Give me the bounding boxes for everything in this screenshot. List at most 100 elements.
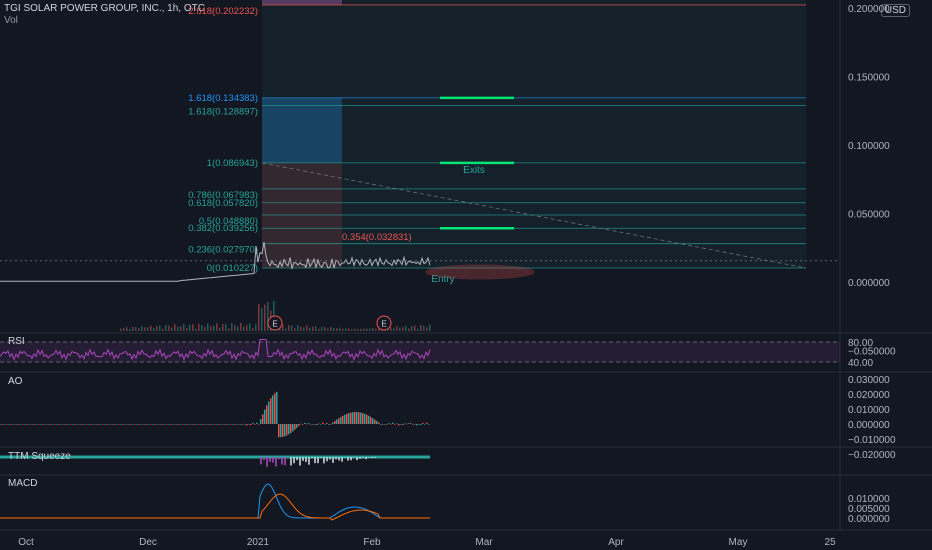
ao-bar (8, 424, 10, 425)
volume-bar (390, 327, 392, 331)
ao-bar (248, 423, 250, 425)
ao-bar (242, 424, 244, 425)
ao-bar (106, 424, 108, 425)
ao-bar (6, 424, 8, 425)
ao-bar (262, 414, 264, 424)
ao-bar (204, 424, 206, 425)
ao-bar (268, 401, 270, 424)
ao-bar (284, 424, 286, 437)
ao-tick-label: 0.000000 (848, 420, 890, 431)
volume-bar (306, 325, 308, 331)
volume-bar (165, 325, 167, 331)
ao-tick-label: −0.010000 (848, 435, 896, 446)
volume-bar (309, 327, 311, 331)
volume-bar (408, 328, 410, 331)
volume-bar (348, 328, 350, 331)
volume-bar (351, 328, 353, 331)
ao-bar (414, 423, 416, 425)
ttm-legend[interactable]: TTM Squeeze (8, 451, 71, 462)
ao-bar (14, 424, 16, 425)
volume-bar (156, 326, 158, 331)
ttm-bar (260, 457, 262, 465)
ao-bar (388, 423, 390, 424)
volume-bar (369, 328, 371, 331)
ttm-bar (329, 457, 331, 460)
ttm-bar (341, 457, 343, 462)
volume-bar (144, 327, 146, 331)
volume-bar (258, 303, 260, 331)
macd-signal-line (0, 493, 430, 521)
ao-bar (102, 424, 104, 425)
ao-bar (2, 424, 4, 425)
rsi-legend[interactable]: RSI (8, 336, 25, 347)
ao-bar (410, 423, 412, 424)
ao-bar (150, 424, 152, 425)
ao-bar (240, 424, 242, 425)
rsi-tick-label: 80.00 (848, 338, 873, 349)
ao-bar (366, 414, 368, 424)
ao-bar (22, 424, 24, 425)
ao-bar (324, 424, 326, 425)
ttm-bar (320, 457, 322, 458)
ao-bar (132, 424, 134, 425)
ao-bar (72, 424, 74, 425)
ao-bar (16, 424, 18, 425)
ao-bar (52, 424, 54, 425)
macd-legend[interactable]: MACD (8, 478, 37, 489)
ao-bar (320, 424, 322, 425)
volume-bar (234, 324, 236, 331)
volume-bar (171, 327, 173, 331)
ao-bar (118, 424, 120, 425)
ao-bar (90, 424, 92, 425)
ao-bar (42, 424, 44, 425)
ao-bar (38, 424, 40, 425)
volume-bar (366, 328, 368, 331)
ao-bar (300, 423, 302, 425)
ao-bar (332, 422, 334, 424)
chart-canvas[interactable]: 0.4000000.3500000.3000000.2500000.200000… (0, 0, 932, 550)
ao-bar (80, 424, 82, 425)
ao-bar (162, 424, 164, 425)
time-tick-label: May (729, 537, 748, 548)
volume-bar (393, 328, 395, 331)
ao-bar (252, 422, 254, 424)
ao-bar (238, 424, 240, 425)
ao-bar (266, 405, 268, 424)
ao-bar (30, 424, 32, 425)
volume-bar (231, 323, 233, 331)
ttm-bar (284, 457, 286, 466)
ao-bar (68, 424, 70, 425)
ao-bar (422, 422, 424, 424)
ao-bar (48, 424, 50, 425)
ao-bar (212, 424, 214, 425)
ao-bar (76, 424, 78, 425)
ao-bar (62, 424, 64, 425)
time-tick-label: Oct (18, 537, 34, 548)
ttm-bar (293, 457, 295, 464)
ao-bar (170, 424, 172, 425)
volume-bar (219, 327, 221, 331)
volume-bar (312, 326, 314, 331)
ao-bar (376, 421, 378, 424)
volume-bar (303, 327, 305, 331)
volume-bar (291, 325, 293, 331)
time-tick-label: Apr (608, 537, 624, 548)
ao-bar (202, 424, 204, 425)
fib-level-label: 1(0.086943) (207, 158, 258, 169)
ao-bar (222, 424, 224, 425)
ao-bar (326, 422, 328, 424)
ttm-bar (275, 457, 277, 467)
ao-bar (328, 424, 330, 425)
ttm-bar (323, 457, 325, 464)
ao-bar (74, 424, 76, 425)
ao-bar (372, 418, 374, 424)
ao-bar (86, 424, 88, 425)
ao-bar (368, 415, 370, 424)
volume-bar (183, 323, 185, 331)
ttm-bar (332, 457, 334, 463)
ttm-bar (347, 457, 349, 461)
ao-bar (44, 424, 46, 425)
ao-bar (234, 424, 236, 425)
ao-bar (322, 422, 324, 424)
ao-legend[interactable]: AO (8, 376, 22, 387)
